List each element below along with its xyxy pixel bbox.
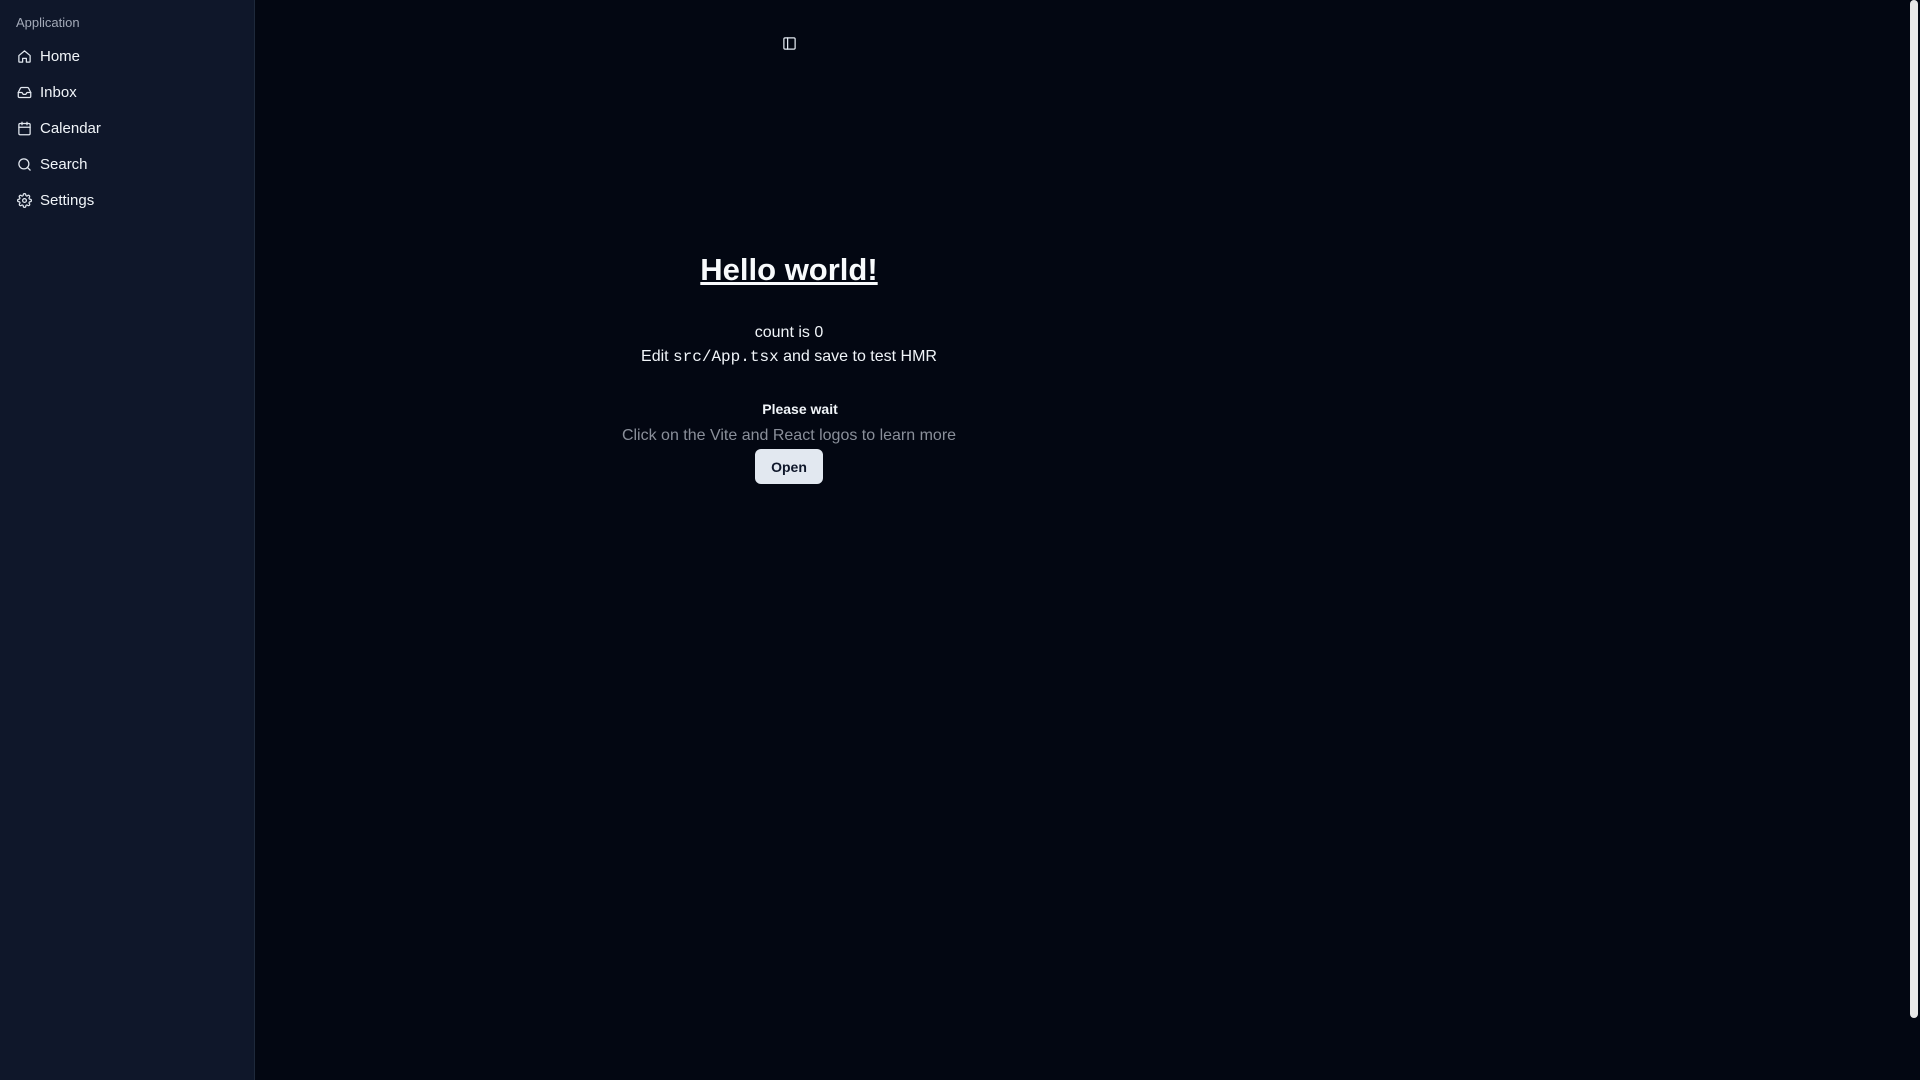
page-title: Hello world! — [700, 252, 878, 287]
sidebar-item-inbox[interactable]: Inbox — [8, 74, 246, 110]
main-content: Hello world! count is 0 Edit src/App.tsx… — [589, 245, 989, 484]
sidebar-item-label: Settings — [40, 191, 95, 209]
edit-prefix: Edit — [641, 348, 669, 365]
sidebar-toggle-icon — [782, 36, 797, 56]
inbox-icon — [16, 84, 32, 100]
please-wait-label: Please wait — [762, 401, 838, 417]
sidebar-group-label: Application — [16, 15, 80, 30]
read-the-docs-hint: Click on the Vite and React logos to lea… — [621, 427, 957, 444]
sidebar-item-label: Inbox — [40, 83, 77, 101]
sidebar-item-label: Search — [40, 155, 88, 173]
open-button[interactable]: Open — [755, 449, 823, 484]
edit-code: src/App.tsx — [673, 348, 779, 366]
sidebar-item-home[interactable]: Home — [8, 38, 246, 74]
sidebar-item-calendar[interactable]: Calendar — [8, 110, 246, 146]
search-icon — [16, 156, 32, 172]
sidebar-menu: Home Inbox Calendar Search Settings — [8, 38, 246, 218]
vertical-scrollbar[interactable] — [1910, 0, 1918, 1018]
edit-suffix: and save to test HMR — [783, 348, 937, 365]
gear-icon — [16, 192, 32, 208]
sidebar: Application Home Inbox Calendar Search S… — [0, 0, 255, 1080]
sidebar-item-settings[interactable]: Settings — [8, 182, 246, 218]
sidebar-item-search[interactable]: Search — [8, 146, 246, 182]
sidebar-item-label: Home — [40, 47, 81, 65]
sidebar-item-label: Calendar — [40, 119, 101, 137]
calendar-icon — [16, 120, 32, 136]
sidebar-toggle-button[interactable] — [776, 36, 802, 56]
home-icon — [16, 48, 32, 64]
count-text: count is 0 — [754, 324, 824, 341]
edit-instructions: Edit src/App.tsx and save to test HMR — [589, 345, 989, 369]
app-root: Application Home Inbox Calendar Search S… — [0, 0, 1920, 1080]
